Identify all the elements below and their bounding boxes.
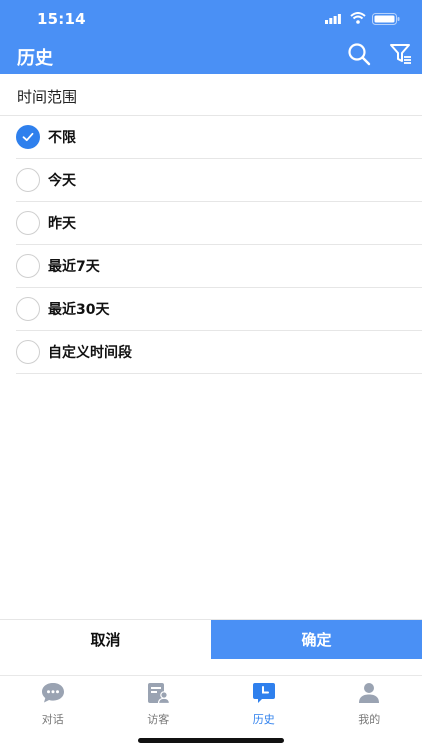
option-today[interactable]: 今天 [16,159,422,202]
checked-radio-icon[interactable] [16,125,40,149]
option-last-30-days[interactable]: 最近30天 [16,288,422,331]
option-custom-range[interactable]: 自定义时间段 [16,331,422,374]
cancel-button[interactable]: 取消 [0,620,211,659]
option-last-7-days[interactable]: 最近7天 [16,245,422,288]
option-label: 昨天 [48,216,76,232]
visitor-icon [148,683,171,704]
tab-profile[interactable]: 我的 [317,676,422,750]
search-icon[interactable] [347,42,371,66]
option-yesterday[interactable]: 昨天 [16,202,422,245]
wifi-icon [350,12,366,24]
option-label: 自定义时间段 [48,345,132,361]
filter-icon[interactable] [389,42,413,66]
time-range-heading: 时间范围 [17,88,78,106]
option-label: 今天 [48,173,76,189]
tab-label: 历史 [252,713,275,726]
option-label: 最近7天 [48,259,100,275]
tab-label: 我的 [358,713,381,726]
status-bar: 15:14 [0,0,422,36]
home-indicator [138,738,284,743]
option-unlimited[interactable]: 不限 [16,116,422,159]
option-label: 最近30天 [48,302,110,318]
battery-icon [372,13,400,25]
radio-icon[interactable] [16,297,40,321]
cellular-signal-icon [325,14,341,24]
action-bar: 取消 确定 [0,619,422,659]
radio-icon[interactable] [16,211,40,235]
profile-icon [359,683,380,703]
page-title: 历史 [17,48,53,69]
app-header: 15:14 历史 [0,0,422,74]
tab-label: 访客 [147,713,170,726]
confirm-button[interactable]: 确定 [211,620,422,659]
time-range-options: 不限 今天 昨天 最近7天 最近30天 自定义时间段 [16,116,422,374]
radio-icon[interactable] [16,168,40,192]
radio-icon[interactable] [16,340,40,364]
tab-label: 对话 [41,713,64,726]
chat-icon [41,683,64,703]
radio-icon[interactable] [16,254,40,278]
tab-chat[interactable]: 对话 [0,676,106,750]
history-icon [252,683,275,703]
status-time: 15:14 [37,10,86,28]
option-label: 不限 [48,130,76,146]
